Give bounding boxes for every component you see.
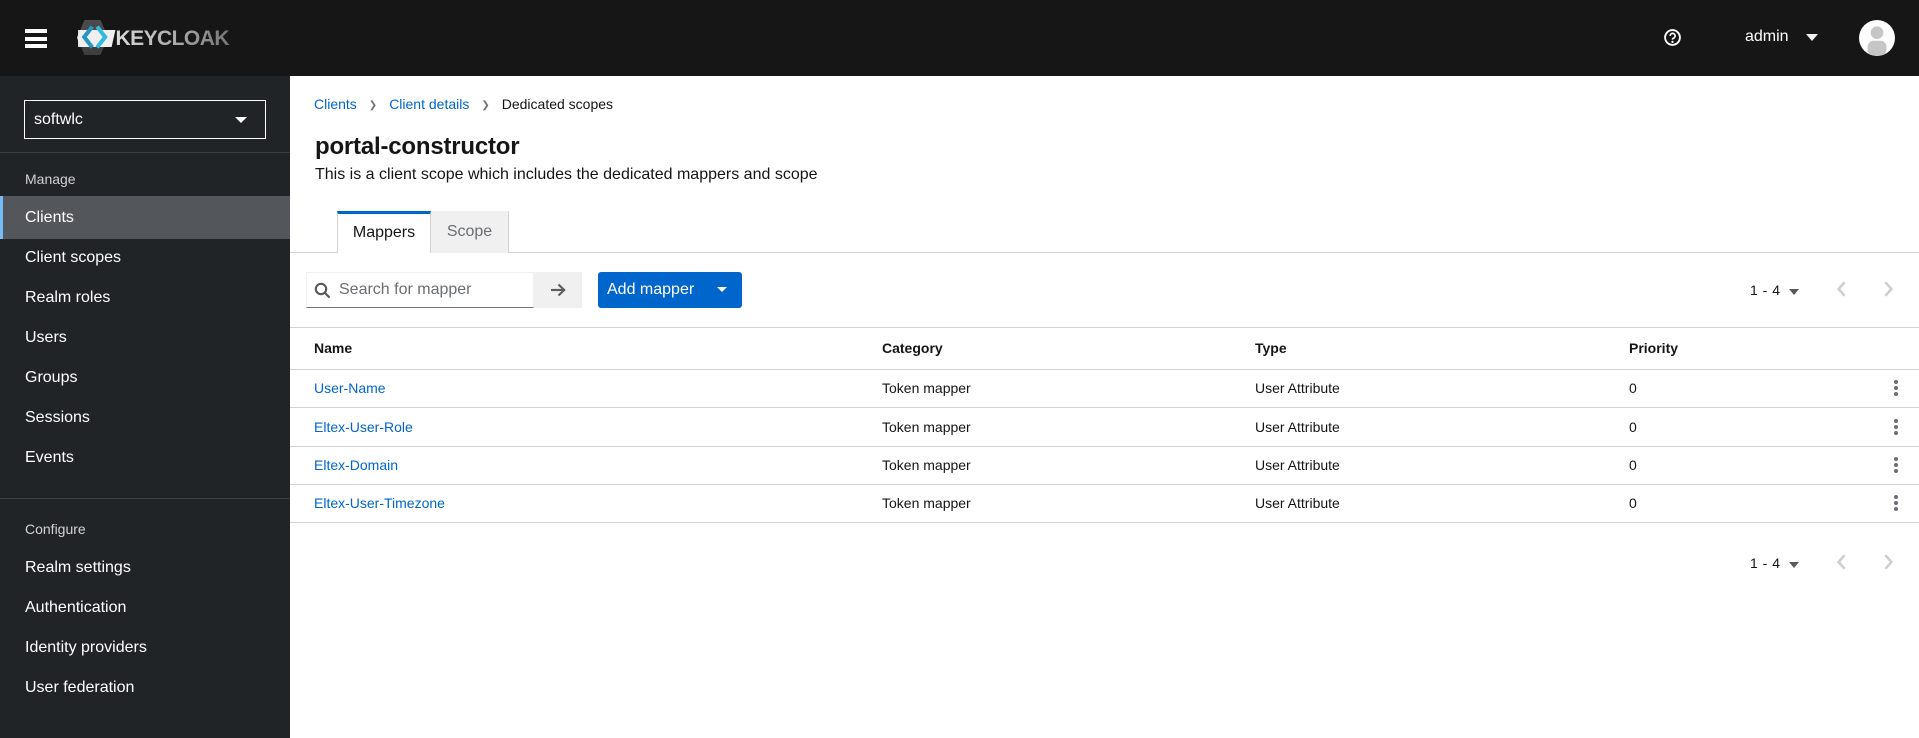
svg-text:KEYCLOAK: KEYCLOAK: [116, 27, 230, 50]
